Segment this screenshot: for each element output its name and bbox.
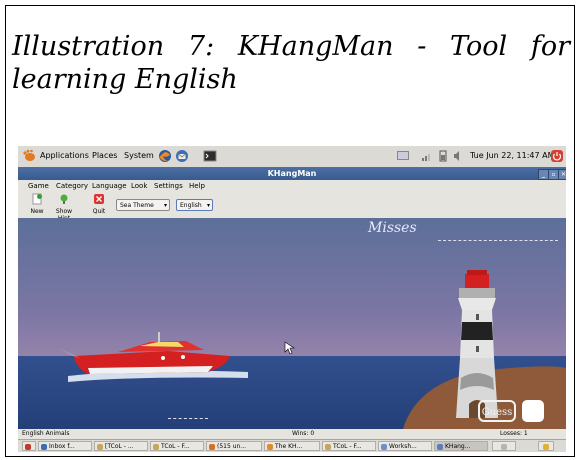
new-game-icon [32, 193, 42, 205]
menu-settings[interactable]: Settings [154, 182, 183, 190]
gnome-foot-icon[interactable] [22, 149, 36, 162]
terminal-icon[interactable] [203, 149, 217, 163]
screenshot: Applications Places System Tue Jun 22, 1… [18, 146, 566, 452]
language-value: English [180, 202, 202, 209]
hint-icon [60, 194, 68, 204]
new-button[interactable]: New [22, 193, 52, 215]
trash-button[interactable] [538, 441, 554, 451]
lighthouse [456, 270, 498, 418]
theme-select[interactable]: Sea Theme ▾ [116, 199, 170, 211]
quit-label: Quit [92, 208, 106, 215]
firefox-icon[interactable] [158, 149, 172, 163]
figure-caption: Illustration 7: KHangMan - Tool for lear… [12, 31, 570, 95]
quit-icon [94, 194, 104, 204]
menu-language[interactable]: Language [92, 182, 127, 190]
task-item[interactable]: TCoL - F... [150, 441, 204, 451]
volume-icon[interactable] [451, 149, 465, 163]
display-icon[interactable] [396, 149, 410, 163]
task-item-active[interactable]: KHang... [434, 441, 488, 451]
thunderbird-icon[interactable] [175, 149, 189, 163]
task-item[interactable]: (515 un... [206, 441, 262, 451]
guess-input[interactable] [522, 400, 544, 422]
menu-bar: Game Category Language Look Settings Hel… [18, 180, 566, 192]
task-label: Inbox f... [49, 443, 75, 450]
show-desktop-button[interactable] [22, 441, 36, 451]
menu-game[interactable]: Game [28, 182, 49, 190]
network-icon[interactable] [420, 149, 434, 163]
menu-look[interactable]: Look [131, 182, 147, 190]
task-label: Worksh... [389, 443, 417, 450]
status-losses: Losses: 1 [500, 430, 528, 437]
spreadsheet-icon [381, 444, 387, 450]
task-item[interactable]: Inbox f... [38, 441, 92, 451]
chevron-down-icon: ▾ [163, 202, 167, 209]
task-label: TCoL - F... [161, 443, 190, 450]
boat-bow [58, 348, 80, 358]
task-label: The KH... [275, 443, 303, 450]
applications-menu[interactable]: Applications [40, 151, 89, 160]
task-label: (515 un... [217, 443, 247, 450]
task-label: TCoL - F... [333, 443, 362, 450]
task-label: KHang... [445, 443, 471, 450]
task-label: [TCoL - ... [105, 443, 134, 450]
window-titlebar: KHangMan _ ▫ ✕ [18, 167, 566, 180]
toolbar: New Show Hint Quit Sea Theme ▾ English ▾ [18, 192, 566, 222]
battery-icon[interactable] [436, 149, 450, 163]
task-item[interactable]: [TCoL - ... [94, 441, 148, 451]
desktop-icon [25, 444, 31, 450]
document-icon [153, 444, 159, 450]
browser-icon [267, 444, 273, 450]
document-icon [97, 444, 103, 450]
menu-help[interactable]: Help [189, 182, 205, 190]
system-menu[interactable]: System [124, 151, 154, 160]
close-button[interactable]: ✕ [558, 169, 566, 180]
status-category: English Animals [22, 430, 70, 437]
menu-category[interactable]: Category [56, 182, 88, 190]
misses-label: Misses [368, 220, 417, 236]
status-wins: Wins: 0 [292, 430, 315, 437]
porthole [161, 356, 165, 360]
clock[interactable]: Tue Jun 22, 11:47 AM [470, 151, 555, 160]
workspace-icon [501, 444, 507, 450]
scene-art [58, 270, 566, 429]
chevron-down-icon: ▾ [206, 202, 210, 209]
trash-icon [543, 444, 549, 450]
task-item[interactable]: Worksh... [378, 441, 432, 451]
game-area[interactable]: Misses Guess [18, 218, 566, 429]
top-panel: Applications Places System Tue Jun 22, 1… [18, 146, 566, 168]
porthole [181, 355, 185, 359]
status-bar: English Animals Wins: 0 Losses: 1 [18, 429, 566, 439]
firefox-icon [209, 444, 215, 450]
boat-mast [158, 332, 160, 342]
quit-button[interactable]: Quit [84, 193, 114, 215]
guess-button[interactable]: Guess [478, 400, 516, 422]
document-icon [325, 444, 331, 450]
misses-blanks [438, 240, 558, 242]
window-title: KHangMan [267, 169, 317, 178]
workspace-switcher[interactable] [492, 441, 516, 451]
new-label: New [30, 208, 44, 215]
email-icon [41, 444, 47, 450]
task-item[interactable]: The KH... [264, 441, 320, 451]
khangman-icon [437, 444, 443, 450]
power-icon[interactable] [550, 149, 564, 163]
theme-value: Sea Theme [120, 202, 154, 209]
language-select[interactable]: English ▾ [176, 199, 213, 211]
task-item[interactable]: TCoL - F... [322, 441, 376, 451]
places-menu[interactable]: Places [92, 151, 117, 160]
word-blanks [168, 418, 208, 420]
mouse-cursor [284, 341, 295, 355]
taskbar: Inbox f... [TCoL - ... TCoL - F... (515 … [18, 439, 566, 452]
